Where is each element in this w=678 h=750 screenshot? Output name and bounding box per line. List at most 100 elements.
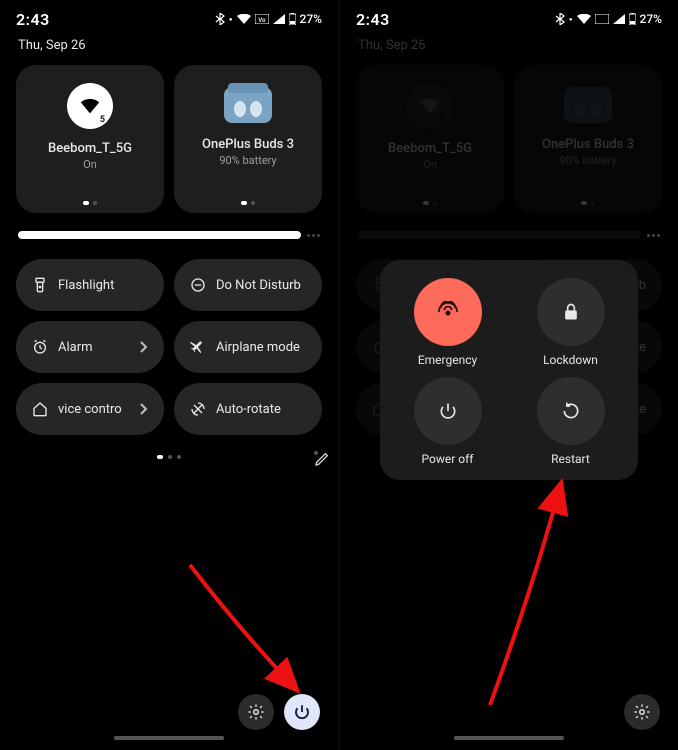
bt-battery: 90% battery	[219, 154, 276, 167]
brightness-row	[356, 231, 662, 239]
status-icons: ● 27%	[555, 12, 662, 26]
bt-device-name: OnePlus Buds 3	[542, 137, 634, 152]
signal-icon	[273, 14, 285, 24]
brightness-row	[16, 231, 322, 239]
emergency-icon	[414, 278, 482, 346]
restart-label: Restart	[551, 452, 590, 466]
wifi-tile[interactable]: 5 Beebom_T_5G On	[16, 65, 164, 213]
slider-overflow-icon	[647, 234, 660, 237]
settings-button[interactable]	[238, 694, 274, 730]
wifi-status: On	[423, 158, 437, 171]
chevron-right-icon	[138, 403, 148, 415]
wifi-tile: 5 Beebom_T_5G On	[356, 65, 504, 213]
page-indicator	[16, 455, 322, 459]
lockdown-label: Lockdown	[543, 353, 598, 367]
slider-overflow-icon	[307, 234, 320, 237]
battery-percent: 27%	[300, 12, 322, 26]
battery-icon	[629, 13, 636, 25]
autorotate-label: Auto-rotate	[216, 402, 281, 417]
power-icon	[414, 377, 482, 445]
lockdown-button[interactable]: Lockdown	[509, 278, 632, 367]
bluetooth-tile: OnePlus Buds 3 90% battery	[514, 65, 662, 213]
alarm-label: Alarm	[58, 340, 93, 355]
wifi-name: Beebom_T_5G	[48, 141, 132, 156]
bluetooth-tile[interactable]: OnePlus Buds 3 90% battery	[174, 65, 322, 213]
bottom-actions	[356, 694, 662, 736]
date[interactable]: Thu, Sep 26	[18, 38, 322, 53]
edit-icon[interactable]	[314, 451, 318, 455]
status-bar: 2:43 ● Vo 27%	[16, 8, 322, 30]
chevron-right-icon	[138, 341, 148, 353]
earbuds-image	[218, 81, 278, 129]
clock: 2:43	[356, 10, 390, 29]
wifi-tile-icon: 5	[407, 83, 453, 129]
battery-icon	[289, 13, 296, 25]
media-tiles: 5 Beebom_T_5G On OnePlus Buds 3 90% batt…	[356, 65, 662, 213]
status-bar: 2:43 ● 27%	[356, 8, 662, 30]
volte-icon	[595, 14, 609, 24]
restart-button[interactable]: Restart	[509, 377, 632, 466]
quick-settings-grid: Flashlight Do Not Disturb Alarm Airplane…	[16, 259, 322, 435]
media-tiles: 5 Beebom_T_5G On OnePlus Buds 3 90% batt…	[16, 65, 322, 213]
bt-battery: 90% battery	[559, 154, 616, 167]
flashlight-icon	[32, 277, 48, 293]
tile-pager	[423, 195, 437, 205]
wifi-band: 5	[440, 115, 445, 125]
emergency-button[interactable]: Emergency	[386, 278, 509, 367]
tile-pager-2	[241, 195, 255, 205]
bluetooth-icon	[215, 13, 225, 25]
alarm-icon	[32, 339, 48, 355]
dnd-label: Do Not Disturb	[216, 278, 301, 293]
airplane-icon	[190, 339, 206, 355]
gesture-bar	[356, 736, 662, 740]
annotation-arrow-2	[470, 495, 590, 715]
home-icon	[32, 401, 48, 417]
airplane-label: Airplane mode	[216, 340, 300, 355]
device-controls-toggle[interactable]: vice contro	[16, 383, 164, 435]
flashlight-toggle[interactable]: Flashlight	[16, 259, 164, 311]
autorotate-toggle[interactable]: Auto-rotate	[174, 383, 322, 435]
power-button[interactable]	[284, 694, 320, 730]
dnd-toggle[interactable]: Do Not Disturb	[174, 259, 322, 311]
lock-icon	[537, 278, 605, 346]
device-label: vice contro	[58, 402, 128, 417]
dot-icon: ●	[229, 16, 233, 23]
wifi-band: 5	[100, 115, 105, 125]
alarm-toggle[interactable]: Alarm	[16, 321, 164, 373]
earbuds-image	[558, 81, 618, 129]
settings-button[interactable]	[624, 694, 660, 730]
power-menu: Emergency Lockdown Power off Restart	[380, 260, 638, 480]
wifi-tile-icon: 5	[67, 83, 113, 129]
clock: 2:43	[16, 10, 50, 29]
signal-icon	[613, 14, 625, 24]
flashlight-label: Flashlight	[58, 278, 114, 293]
svg-text:Vo: Vo	[258, 17, 266, 24]
brightness-slider[interactable]	[18, 231, 301, 239]
bt-device-name: OnePlus Buds 3	[202, 137, 294, 152]
wifi-icon	[577, 14, 591, 24]
dnd-icon	[190, 277, 206, 293]
wifi-status: On	[83, 158, 97, 171]
volte-icon: Vo	[255, 14, 269, 24]
poweroff-button[interactable]: Power off	[386, 377, 509, 466]
bottom-actions	[16, 694, 322, 736]
wifi-icon	[237, 14, 251, 24]
autorotate-icon	[190, 401, 206, 417]
dot-icon: ●	[569, 16, 573, 23]
wifi-name: Beebom_T_5G	[388, 141, 472, 156]
restart-icon	[537, 377, 605, 445]
emergency-label: Emergency	[418, 353, 477, 367]
gesture-bar	[16, 736, 322, 740]
airplane-toggle[interactable]: Airplane mode	[174, 321, 322, 373]
power-menu-screen: 2:43 ● 27% Thu, Sep 26 5 Beebom_T_5G On	[340, 0, 678, 750]
tile-pager-2	[581, 195, 595, 205]
tile-pager	[83, 195, 97, 205]
brightness-slider	[358, 231, 641, 239]
poweroff-label: Power off	[422, 452, 474, 466]
quick-settings-screen: 2:43 ● Vo 27% Thu, Sep 26 5 Beebom_T_5G …	[0, 0, 338, 750]
edit-icon	[654, 455, 658, 459]
bluetooth-icon	[555, 13, 565, 25]
status-icons: ● Vo 27%	[215, 12, 322, 26]
date: Thu, Sep 26	[358, 38, 662, 53]
battery-percent: 27%	[640, 12, 662, 26]
